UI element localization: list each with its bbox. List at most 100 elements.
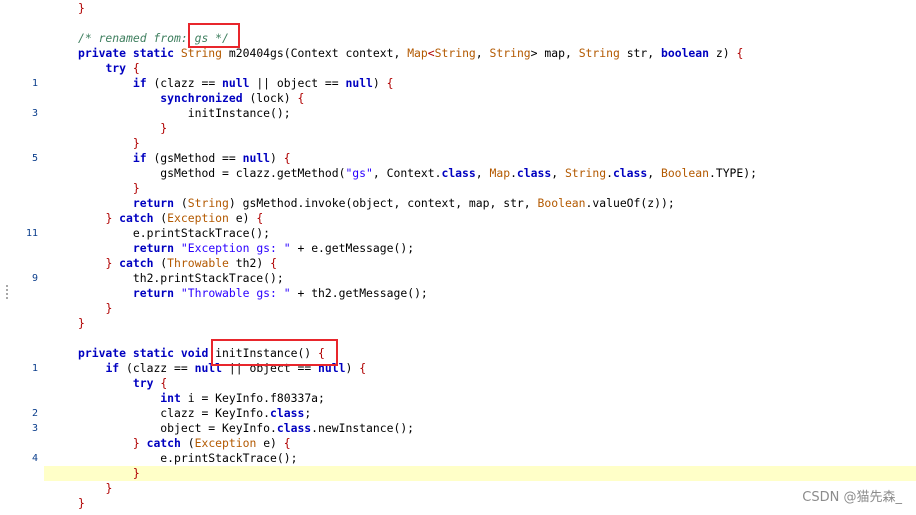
line-number: 3 — [31, 423, 38, 434]
code-token: str, — [619, 46, 661, 60]
code-line[interactable]: } — [0, 181, 916, 196]
code-token: } — [78, 1, 85, 15]
code-line[interactable]: 3 object = KeyInfo.class.newInstance(); — [0, 421, 916, 436]
code-text: } catch (Exception e) { — [78, 211, 263, 226]
code-text: } — [78, 1, 85, 16]
code-token: .valueOf(z)); — [585, 196, 675, 210]
code-line[interactable]: } — [0, 121, 916, 136]
code-token: null — [242, 151, 271, 165]
code-line[interactable]: } — [0, 301, 916, 316]
code-line[interactable]: int i = KeyInfo.f80337a; — [0, 391, 916, 406]
code-token: ( — [153, 211, 168, 225]
code-line[interactable]: 1 if (clazz == null || object == null) { — [0, 76, 916, 91]
code-token: { — [359, 361, 367, 375]
code-text: clazz = KeyInfo.class; — [78, 406, 311, 421]
code-line[interactable]: try { — [0, 376, 916, 391]
code-line[interactable]: } — [0, 496, 916, 511]
code-line[interactable]: synchronized (lock) { — [0, 91, 916, 106]
code-token: object = KeyInfo. — [78, 421, 277, 435]
code-token: { — [132, 61, 140, 75]
code-token: ) — [345, 361, 360, 375]
code-token: .newInstance(); — [311, 421, 415, 435]
line-number: 1 — [31, 363, 38, 374]
code-token: , — [475, 166, 490, 180]
code-line[interactable]: return "Exception gs: " + e.getMessage()… — [0, 241, 916, 256]
code-text: try { — [78, 376, 167, 391]
code-text: } — [78, 496, 85, 511]
code-token: initInstance(); — [78, 106, 291, 120]
code-token: catch — [119, 256, 154, 270]
highlight-box-initinstance — [211, 339, 338, 366]
code-text: } — [78, 316, 85, 331]
code-line[interactable] — [0, 331, 916, 346]
code-line[interactable]: 4 e.printStackTrace(); — [0, 451, 916, 466]
code-line[interactable]: } catch (Exception e) { — [0, 436, 916, 451]
code-token: > map, — [530, 46, 579, 60]
code-token: .TYPE); — [708, 166, 757, 180]
code-token: < — [427, 46, 435, 60]
code-line[interactable]: 11 e.printStackTrace(); — [0, 226, 916, 241]
code-line[interactable]: } — [0, 316, 916, 331]
code-line[interactable]: return (String) gsMethod.invoke(object, … — [0, 196, 916, 211]
code-token: || object == — [249, 76, 346, 90]
code-line[interactable]: try { — [0, 61, 916, 76]
code-token: } — [78, 496, 85, 510]
code-line[interactable]: 2 clazz = KeyInfo.class; — [0, 406, 916, 421]
code-text: } — [78, 181, 140, 196]
code-token: private static — [78, 46, 181, 60]
code-line[interactable]: 3 initInstance(); — [0, 106, 916, 121]
code-line[interactable]: } — [0, 481, 916, 496]
code-line[interactable]: 1 if (clazz == null || object == null) { — [0, 361, 916, 376]
code-token: catch — [146, 436, 181, 450]
code-token: m20404gs(Context context, — [222, 46, 408, 60]
code-text: } — [78, 481, 112, 496]
code-token: class — [516, 166, 552, 180]
code-token: + th2.getMessage(); — [290, 286, 428, 300]
code-text: private static String m20404gs(Context c… — [78, 46, 743, 61]
code-line[interactable]: private static String m20404gs(Context c… — [0, 46, 916, 61]
code-token: if — [105, 361, 120, 375]
code-line[interactable]: } catch (Exception e) { — [0, 211, 916, 226]
code-token: try — [132, 376, 154, 390]
code-line[interactable]: } catch (Throwable th2) { — [0, 256, 916, 271]
code-token: Exception — [167, 211, 229, 225]
code-text: return "Throwable gs: " + th2.getMessage… — [78, 286, 428, 301]
code-line[interactable] — [0, 16, 916, 31]
code-line[interactable]: 9 th2.printStackTrace(); — [0, 271, 916, 286]
code-line[interactable]: } — [0, 1, 916, 16]
code-line[interactable]: /* renamed from: gs */ — [0, 31, 916, 46]
code-text: } — [78, 466, 140, 481]
code-text: } — [78, 121, 167, 136]
code-text: initInstance(); — [78, 106, 291, 121]
code-token: "Throwable gs: " — [180, 286, 291, 300]
code-token: class — [612, 166, 648, 180]
code-text: return (String) gsMethod.invoke(object, … — [78, 196, 675, 211]
code-line[interactable]: return "Throwable gs: " + th2.getMessage… — [0, 286, 916, 301]
code-text: th2.printStackTrace(); — [78, 271, 284, 286]
code-line[interactable]: } — [0, 136, 916, 151]
code-token: ) gsMethod.invoke(object, context, map, … — [228, 196, 538, 210]
code-line[interactable]: 5 if (gsMethod == null) { — [0, 151, 916, 166]
code-token: gsMethod = clazz.getMethod( — [78, 166, 346, 180]
code-token: { — [270, 256, 277, 270]
highlight-box-gs-comment — [188, 23, 240, 48]
code-text: gsMethod = clazz.getMethod("gs", Context… — [78, 166, 757, 181]
code-token: { — [736, 46, 744, 60]
code-line[interactable]: } — [44, 466, 916, 481]
line-number: 11 — [25, 228, 38, 239]
code-line[interactable]: private static void initInstance() { — [0, 346, 916, 361]
code-token: class — [270, 406, 305, 420]
line-number: 4 — [31, 453, 38, 464]
code-text: } catch (Throwable th2) { — [78, 256, 277, 271]
line-number: 5 — [31, 153, 38, 164]
code-line[interactable]: gsMethod = clazz.getMethod("gs", Context… — [0, 166, 916, 181]
